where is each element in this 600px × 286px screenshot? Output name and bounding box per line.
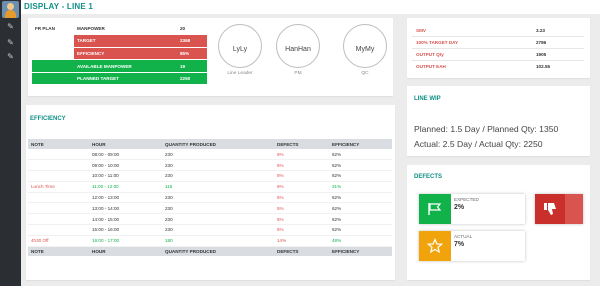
stat-value: 3.23 — [536, 28, 545, 33]
thumbs-down-icon — [535, 194, 565, 224]
stat-key: OUTPUT EAH — [416, 64, 446, 69]
expected-label: EXPECTED — [454, 197, 479, 202]
column-header: QUANTITY PRODUCED — [162, 139, 274, 149]
plan-label: FR PLAN — [32, 22, 74, 36]
table-row: 14:00 - 15:00 230 5% 62% — [28, 213, 392, 226]
person-role: QC — [361, 71, 369, 76]
stat-key: SMV — [416, 28, 426, 33]
plan-value: 20 — [177, 22, 207, 36]
plan-value: 85% — [177, 47, 207, 61]
stat-value: 102.55 — [536, 64, 551, 69]
table-row: 4h30 Off 16:00 - 17:00 180 14% 48% — [28, 235, 392, 247]
wip-title: LINE WIP — [414, 96, 441, 102]
column-footer: EFFICIENCY — [329, 246, 392, 257]
plan-table: FR PLAN MANPOWER 20 TARGET 2368 EFFICIEN… — [32, 22, 207, 86]
pencil-icon[interactable]: ✎ — [6, 38, 15, 47]
avatar[interactable] — [2, 1, 19, 18]
column-header: NOTE — [28, 139, 89, 149]
table-row: 12:00 - 13:00 230 5% 62% — [28, 192, 392, 204]
plan-key: PLANNED TARGET — [74, 72, 177, 86]
efficiency-table: NOTE HOUR QUANTITY PRODUCED DEFECTS EFFI… — [28, 139, 392, 257]
person-role: PM — [294, 71, 302, 76]
pencil-icon[interactable]: ✎ — [6, 22, 15, 31]
defects-title: DEFECTS — [414, 174, 443, 180]
page-title: DISPLAY - LINE 1 — [24, 2, 93, 11]
table-row: 10:00 - 11:00 230 5% 62% — [28, 170, 392, 182]
table-row: Lunch Time 11:00 - 12:00 115 6% 31% — [28, 181, 392, 193]
sidebar: ✎ ✎ ✎ — [0, 0, 21, 286]
stat-key: 100% TARGET DAY — [416, 40, 459, 45]
flag-icon — [419, 194, 451, 224]
expected-value: 2% — [454, 204, 465, 211]
column-footer: HOUR — [89, 246, 162, 257]
person-name: HanHan — [285, 46, 311, 53]
plan-key: TARGET — [74, 34, 177, 48]
efficiency-title: EFFICIENCY — [30, 116, 66, 122]
plan-value: 2368 — [177, 34, 207, 48]
plan-value: 19 — [177, 59, 207, 73]
stat-value: 2786 — [536, 40, 547, 45]
pencil-icon[interactable]: ✎ — [6, 52, 15, 61]
stat-key: OUTPUT Qty — [416, 52, 444, 57]
stat-value: 1905 — [536, 52, 547, 57]
wip-actual: Actual: 2.5 Day / Actual Qty: 2250 — [414, 139, 543, 149]
title-bar — [21, 0, 600, 14]
person-role: Line Leader — [227, 71, 253, 76]
plan-key: MANPOWER — [74, 22, 177, 36]
table-row: 08:00 - 09:00 230 6% 62% — [28, 149, 392, 161]
plan-key: AVAILABLE MANPOWER — [74, 59, 177, 73]
star-icon — [419, 231, 451, 261]
plan-key: EFFICIENCY — [74, 47, 177, 61]
person-name: MyMy — [355, 46, 375, 53]
actual-label: ACTUAL — [454, 234, 473, 239]
column-footer: QUANTITY PRODUCED — [162, 246, 274, 257]
column-footer: DEFECTS — [274, 246, 329, 257]
person-card: HanHan PM — [272, 24, 324, 76]
person-card: MyMy QC — [339, 24, 391, 76]
person-name: LyLy — [232, 46, 248, 53]
column-header: HOUR — [89, 139, 162, 149]
column-header: EFFICIENCY — [329, 139, 392, 149]
table-row: 13:00 - 14:00 230 5% 62% — [28, 202, 392, 215]
column-header: DEFECTS — [274, 139, 329, 149]
actual-value: 7% — [454, 241, 465, 248]
plan-value: 2250 — [177, 72, 207, 86]
expected-tile: EXPECTED 2% — [419, 194, 525, 224]
table-row: 15:00 - 16:00 230 5% 62% — [28, 224, 392, 236]
column-footer: NOTE — [28, 246, 89, 257]
table-row: 09:00 - 10:00 230 5% 62% — [28, 159, 392, 172]
person-card: LyLy Line Leader — [214, 24, 266, 76]
actual-tile: ACTUAL 7% — [419, 231, 525, 261]
wip-planned: Planned: 1.5 Day / Planned Qty: 1350 — [414, 124, 559, 134]
thumbs-down-tile — [535, 194, 583, 224]
